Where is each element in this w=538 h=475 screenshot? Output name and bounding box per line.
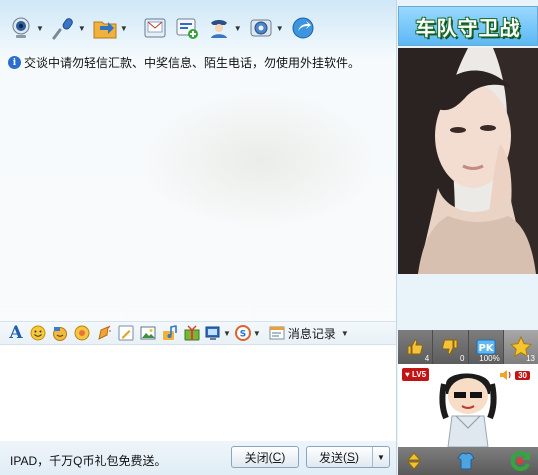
dislike-value: 0: [460, 354, 465, 363]
add-group-icon: [174, 15, 200, 41]
side-panel: 车队守卫战 4 0 PK 100% 13 ♥ LV5 30: [396, 0, 538, 475]
emoticon-button[interactable]: [28, 323, 48, 343]
send-options-dropdown[interactable]: ▼: [372, 447, 389, 467]
app-share-button[interactable]: [288, 13, 318, 43]
vip-emoticon-button[interactable]: [50, 323, 70, 343]
smiley-icon: [30, 325, 46, 341]
thumbs-down-icon: [442, 339, 458, 355]
security-notice-text: 交谈中请勿轻信汇款、中奖信息、陌生电话，勿使用外挂软件。: [24, 56, 361, 70]
create-group-button[interactable]: [172, 13, 202, 43]
heart-icon: ♥: [405, 370, 412, 379]
send-shortcut: S: [347, 450, 356, 464]
close-button-label: 关闭: [244, 450, 269, 465]
dislike-count[interactable]: 0: [433, 330, 469, 364]
send-file-button[interactable]: ▼: [90, 13, 130, 43]
view-profile-button[interactable]: ▼: [204, 13, 244, 43]
shake-window-button[interactable]: [94, 323, 114, 343]
avatar-toolbar: [398, 447, 538, 475]
like-count[interactable]: 4: [398, 330, 434, 364]
message-history-label: 消息记录: [287, 326, 336, 341]
gift-icon: [184, 325, 200, 341]
send-button[interactable]: 发送(S) ▼: [306, 446, 390, 468]
gift-button[interactable]: [182, 323, 202, 343]
settings-icon: [248, 15, 274, 41]
send-button-label: 发送: [318, 450, 343, 465]
game-ad-banner[interactable]: 车队守卫战: [398, 6, 538, 46]
chevron-down-icon[interactable]: ▼: [223, 329, 231, 338]
speaker-icon: [500, 370, 511, 380]
close-shortcut: C: [272, 450, 282, 464]
music-note-icon: [163, 325, 177, 340]
soso-icon: S: [234, 325, 251, 341]
pk-icon: PK: [476, 339, 496, 355]
send-mail-button[interactable]: [140, 13, 170, 43]
webcam-icon: [8, 15, 34, 41]
user-info-icon: [206, 15, 232, 41]
folder-transfer-icon: [92, 15, 118, 41]
scroll-arrows-icon[interactable]: [404, 451, 424, 471]
banner-title: 车队守卫战: [415, 15, 521, 40]
chevron-down-icon[interactable]: ▼: [36, 24, 44, 33]
chevron-down-icon: ▼: [340, 328, 349, 338]
screenshot-button[interactable]: ▼: [204, 323, 232, 343]
star-value: 13: [526, 354, 535, 363]
level-value: LV5: [411, 370, 427, 379]
pk-rate[interactable]: PK 100%: [469, 330, 504, 364]
ad-link[interactable]: IPAD，千万Q币礼包免费送。: [10, 452, 166, 469]
bottom-bar: IPAD，千万Q币礼包免费送。 关闭(C) 发送(S) ▼: [0, 441, 396, 475]
magic-face-icon: [74, 325, 90, 341]
chevron-down-icon[interactable]: ▼: [276, 24, 284, 33]
info-icon: i: [8, 56, 21, 69]
message-history-button[interactable]: 消息记录 ▼: [268, 323, 350, 343]
message-history-area[interactable]: [0, 70, 396, 320]
chevron-down-icon[interactable]: ▼: [120, 24, 128, 33]
clothes-icon[interactable]: [456, 451, 476, 471]
pencil-icon: [118, 325, 134, 341]
microphone-icon: [50, 15, 76, 41]
music-button[interactable]: [160, 323, 180, 343]
font-button[interactable]: A: [6, 323, 26, 343]
image-icon: [140, 326, 156, 340]
history-icon: [269, 326, 285, 340]
contact-stats-bar: 4 0 PK 100% 13: [398, 330, 538, 364]
svg-text:PK: PK: [478, 343, 494, 354]
contact-show-photo[interactable]: [398, 48, 538, 274]
refresh-icon[interactable]: [508, 449, 532, 473]
settings-button[interactable]: ▼: [246, 13, 286, 43]
scrawl-button[interactable]: [116, 323, 136, 343]
qq-show-avatar[interactable]: ♥ LV5 30: [398, 364, 538, 475]
soso-button[interactable]: S ▼: [234, 323, 262, 343]
video-call-button[interactable]: ▼: [6, 13, 46, 43]
screenshot-icon: [205, 326, 220, 340]
shake-icon: [98, 325, 111, 340]
chevron-down-icon[interactable]: ▼: [234, 24, 242, 33]
security-notice: i 交谈中请勿轻信汇款、中奖信息、陌生电话，勿使用外挂软件。: [8, 54, 360, 71]
message-input[interactable]: [0, 346, 396, 441]
send-image-button[interactable]: [138, 323, 158, 343]
thumbs-up-icon: [407, 339, 423, 355]
level-badge: ♥ LV5: [402, 368, 430, 381]
chat-window: ▼ ▼ ▼ ▼ ▼ i 交谈中请勿轻信汇款、中奖信息、陌生电话，勿使用外挂软件。…: [0, 0, 396, 475]
share-app-icon: [290, 15, 316, 41]
like-value: 4: [424, 354, 430, 363]
pk-value: 100%: [479, 354, 500, 363]
girl-portrait-image: [398, 48, 538, 274]
chevron-down-icon[interactable]: ▼: [78, 24, 86, 33]
close-button[interactable]: 关闭(C): [231, 446, 299, 468]
mail-icon: [142, 15, 168, 41]
chevron-down-icon[interactable]: ▼: [253, 329, 261, 338]
voice-call-button[interactable]: ▼: [48, 13, 88, 43]
volume-value: 30: [515, 370, 530, 380]
star-rating[interactable]: 13: [503, 330, 538, 364]
volume-control[interactable]: 30: [499, 369, 530, 381]
input-toolbar: A ▼ S ▼ 消息记录 ▼: [0, 321, 396, 345]
vip-smiley-icon: [53, 327, 67, 341]
svg-text:S: S: [240, 330, 246, 340]
magic-emoticon-button[interactable]: [72, 323, 92, 343]
top-toolbar: ▼ ▼ ▼ ▼ ▼: [6, 12, 318, 44]
